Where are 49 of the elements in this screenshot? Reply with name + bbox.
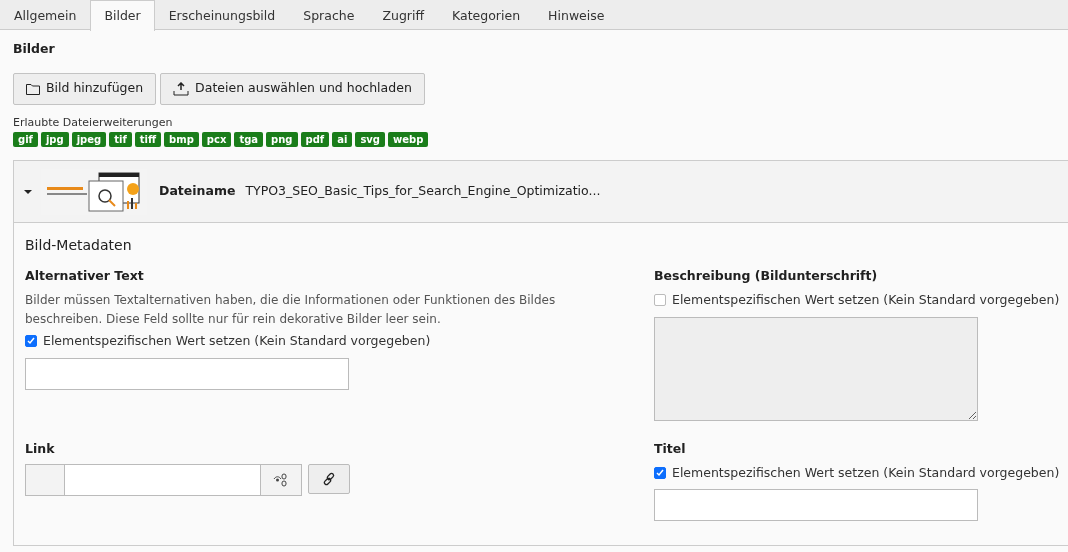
checkbox-label: Elementspezifischen Wert setzen (Kein Standard vorgegeben) [43, 332, 431, 350]
tab[interactable]: Erscheinungsbild [154, 0, 290, 29]
tab[interactable]: Bilder [90, 0, 155, 31]
extension-badge: ai [332, 132, 353, 148]
tab[interactable]: Kategorien [438, 0, 535, 29]
metadata-title: Bild-Metadaten [25, 236, 133, 256]
tab[interactable]: Hinweise [534, 0, 619, 29]
extension-badge: png [266, 132, 298, 148]
extension-badge: pcx [201, 132, 232, 148]
link-icon [322, 471, 336, 486]
checkbox[interactable] [25, 335, 37, 348]
extension-badge: webp [388, 132, 429, 148]
section-title: Bilder [13, 40, 56, 58]
link-options-button[interactable] [261, 463, 302, 496]
tab[interactable]: Allgemein [0, 0, 91, 29]
file-name: TYPO3_SEO_Basic_Tips_for_Search_Engine_Optimizatio... [245, 182, 601, 201]
extension-badge: jpg [40, 132, 69, 148]
extension-badge: jpeg [71, 132, 107, 148]
field-label: Link [25, 439, 56, 458]
add-button[interactable]: Dateien auswählen und hochladen [160, 72, 425, 105]
field-description: Bilder müssen Textalternativen haben, die die Informationen oder Funktionen des Bildes beschreiben. Diese Feld sollte nur für rein dekorative Bilder leer sein. [25, 292, 557, 328]
field-label: Titel [654, 439, 687, 458]
folder-icon [26, 82, 40, 95]
extension-badge: pdf [300, 132, 330, 148]
file-name-label: Dateiname [159, 182, 236, 201]
upload-icon [173, 81, 190, 96]
input-field[interactable] [25, 357, 349, 390]
link-button[interactable] [308, 463, 350, 494]
checkbox-label: Elementspezifischen Wert setzen (Kein Standard vorgegeben) [672, 291, 1060, 309]
extension-badge: tga [234, 132, 264, 148]
eye-chain-icon [273, 471, 289, 488]
extension-badge: bmp [164, 132, 199, 148]
extension-badge: tif [109, 132, 132, 148]
link-prefix [25, 463, 65, 496]
extension-badge: tiff [134, 132, 162, 148]
input-field[interactable] [654, 489, 978, 522]
caret-icon[interactable] [24, 187, 32, 196]
file-header[interactable]: Dateiname TYPO3_SEO_Basic_Tips_for_Search_Engine_Optimizatio... [14, 161, 1068, 224]
checkbox-label: Elementspezifischen Wert setzen (Kein Standard vorgegeben) [672, 463, 1060, 482]
tab[interactable]: Zugriff [368, 0, 439, 29]
extension-badge: gif [13, 132, 38, 148]
tab[interactable]: Sprache [289, 0, 369, 29]
field-label: Beschreibung (Bildunterschrift) [654, 267, 879, 286]
extension-badge: svg [355, 132, 385, 148]
checkbox[interactable] [654, 466, 666, 479]
extensions-label: Erlaubte Dateierweiterungen [13, 114, 174, 131]
field-label: Alternativer Text [25, 267, 145, 286]
input-field[interactable] [65, 463, 261, 496]
add-button[interactable]: Bild hinzufügen [13, 72, 157, 105]
